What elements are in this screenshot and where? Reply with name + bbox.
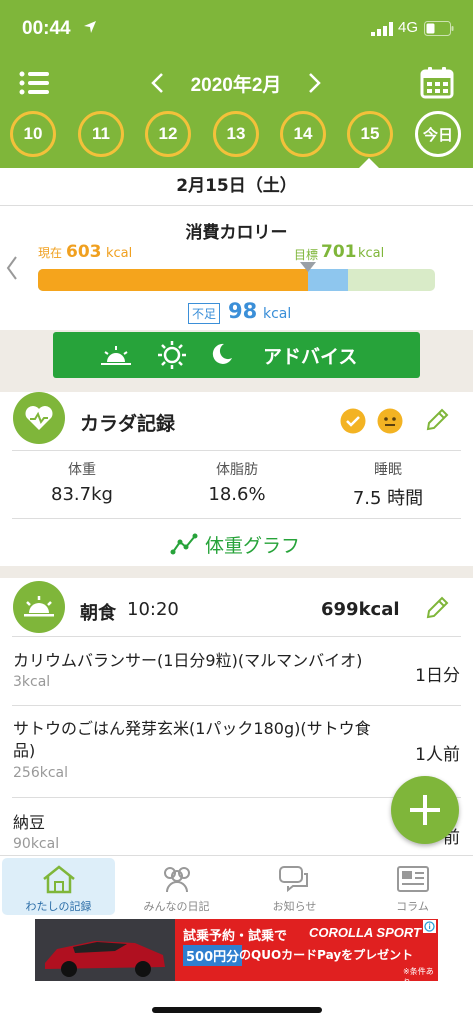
ad-banner[interactable]: 試乗予約・試乗で COROLLA SPORT 500円分 のQUOカードPayを…: [35, 919, 438, 981]
moon-icon: [212, 343, 232, 364]
sunrise-icon: [13, 581, 65, 633]
chat-icon: [279, 866, 308, 893]
pencil-icon[interactable]: [423, 406, 451, 434]
newspaper-icon: [397, 866, 429, 892]
neutral-face-icon[interactable]: [377, 408, 403, 434]
chevron-left-icon[interactable]: [5, 255, 19, 281]
food-quantity: 1日分: [415, 666, 460, 686]
tab-everyone-diary[interactable]: みんなの日記: [120, 858, 233, 915]
advice-label: アドバイス: [263, 346, 358, 368]
day-selector[interactable]: 12: [145, 111, 191, 157]
ad-price: 500円分: [183, 945, 243, 966]
line-graph-icon[interactable]: [170, 532, 198, 556]
body-record-title: カラダ記録: [80, 413, 176, 435]
calorie-title: 消費カロリー: [185, 223, 288, 243]
goal-label: 目標: [294, 248, 319, 262]
app-header: 00:44 4G 2020年2月 10 11 12 13 14 15 今日: [0, 0, 473, 168]
ad-info-icon[interactable]: [423, 920, 436, 933]
chevron-right-icon[interactable]: [305, 72, 323, 94]
divider: [12, 450, 461, 451]
tab-column[interactable]: コラム: [356, 858, 469, 915]
food-calories: 90kcal: [13, 836, 60, 852]
deficit-calories: 98: [228, 299, 258, 323]
tab-bar: わたしの記録 みんなの日記 お知らせ コラム: [0, 855, 473, 916]
calorie-summary: 消費カロリー 現在 603 kcal 目標 701 kcal 不足 98 kca…: [0, 206, 473, 330]
meal-title: 朝食: [80, 603, 116, 624]
current-fill: [38, 269, 308, 291]
body-record-card: カラダ記録 体重 83.7kg 体脂肪 18.6% 睡眠 7.5 時間 体重グラ…: [0, 392, 473, 570]
network-type: 4G: [398, 19, 419, 36]
advice-button[interactable]: アドバイス: [53, 332, 420, 378]
deficit-unit: kcal: [263, 306, 292, 322]
food-name[interactable]: サトウのごはん発芽玄米(1パック180g)(サトウ食品): [13, 718, 373, 762]
day-selector[interactable]: 10: [10, 111, 56, 157]
plus-icon: [410, 795, 440, 825]
sleep-value: 7.5 時間: [352, 488, 424, 509]
ad-note: ※条件あり: [403, 967, 434, 981]
ad-text: 試乗予約・試乗で: [183, 929, 288, 944]
deficit-label: 不足: [188, 303, 221, 324]
day-selector[interactable]: 13: [213, 111, 259, 157]
location-arrow-icon: [84, 21, 96, 33]
check-face-icon[interactable]: [340, 408, 366, 434]
body-fat-value: 18.6%: [208, 484, 266, 505]
ad-car-image: [35, 919, 175, 981]
calendar-icon[interactable]: [420, 67, 454, 99]
chevron-left-icon[interactable]: [149, 72, 167, 94]
weight-graph-link[interactable]: 体重グラフ: [205, 531, 300, 558]
selected-date: 2月15日（土）: [0, 168, 473, 206]
current-calories: 603: [66, 242, 102, 262]
sunrise-icon: [101, 346, 131, 365]
current-label: 現在: [38, 246, 63, 260]
battery-icon: [424, 21, 454, 36]
sun-icon: [158, 341, 186, 369]
food-name[interactable]: 納豆: [13, 812, 393, 834]
selected-day-pointer: [359, 158, 379, 168]
tab-notifications[interactable]: お知らせ: [238, 858, 351, 915]
calorie-progress-bar: [38, 269, 435, 291]
menu-icon[interactable]: [19, 71, 49, 95]
status-bar: 00:44 4G: [0, 0, 473, 58]
divider: [12, 636, 461, 637]
current-marker: [300, 262, 316, 272]
add-button[interactable]: [391, 776, 459, 844]
food-quantity: 1人前: [415, 745, 460, 765]
food-calories: 256kcal: [13, 765, 68, 781]
meal-time: 10:20: [127, 599, 179, 620]
day-selector-selected[interactable]: 15: [347, 111, 393, 157]
home-icon: [43, 865, 75, 894]
weight-label: 体重: [68, 462, 96, 478]
day-selector[interactable]: 11: [78, 111, 124, 157]
ad-text: のQUOカードPayをプレゼント: [239, 948, 414, 962]
pencil-icon[interactable]: [423, 594, 451, 622]
signal-icon: [371, 22, 393, 36]
sleep-label: 睡眠: [374, 462, 402, 478]
current-unit: kcal: [106, 246, 133, 261]
divider: [12, 518, 461, 519]
section-separator: [0, 566, 473, 578]
month-title: 2020年2月: [190, 75, 282, 96]
tab-label: わたしの記録: [25, 900, 92, 913]
ad-brand: COROLLA SPORT: [309, 925, 421, 940]
food-name[interactable]: カリウムバランサー(1日分9粒)(マルマンバイオ): [13, 650, 393, 672]
meal-total-calories: 699kcal: [321, 599, 400, 620]
heart-chart-icon: [13, 392, 65, 444]
tab-label: お知らせ: [272, 900, 317, 913]
weight-value: 83.7kg: [51, 484, 113, 505]
divider: [12, 705, 461, 706]
day-selector[interactable]: 14: [280, 111, 326, 157]
body-fat-label: 体脂肪: [216, 462, 258, 478]
people-icon: [164, 867, 190, 893]
food-calories: 3kcal: [13, 674, 51, 690]
tab-label: コラム: [396, 900, 429, 913]
goal-calories: 701: [321, 242, 357, 262]
home-indicator: [152, 1007, 322, 1013]
tab-my-records[interactable]: わたしの記録: [2, 858, 115, 915]
tab-label: みんなの日記: [143, 900, 210, 913]
status-time: 00:44: [22, 18, 71, 39]
today-button[interactable]: 今日: [415, 111, 461, 157]
goal-unit: kcal: [358, 246, 385, 261]
